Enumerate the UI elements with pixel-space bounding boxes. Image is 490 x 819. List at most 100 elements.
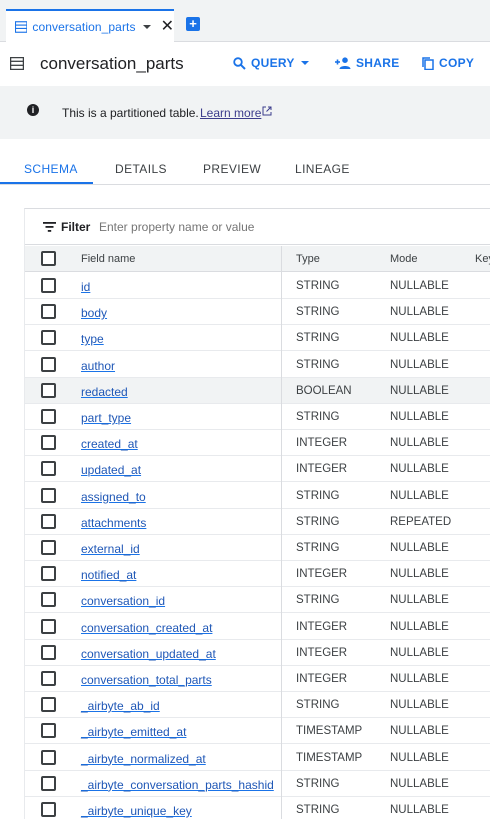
tab-strip: conversation_parts ✕ + [0,0,490,42]
tab-lineage[interactable]: LINEAGE [295,162,350,176]
field-name-link[interactable]: part_type [81,411,131,425]
table-row[interactable]: conversation_id STRING NULLABLE [25,587,490,614]
field-type: INTEGER [296,620,348,633]
field-name-link[interactable]: id [81,280,90,294]
tab-details[interactable]: DETAILS [115,162,167,176]
field-type: STRING [296,358,340,371]
field-name-link[interactable]: attachments [81,516,146,530]
row-checkbox[interactable] [41,382,56,398]
field-name-link[interactable]: notified_at [81,568,136,582]
tab-conversation-parts[interactable]: conversation_parts ✕ [6,9,174,42]
table-row[interactable]: type STRING NULLABLE [25,325,490,352]
field-name-link[interactable]: conversation_id [81,594,165,608]
share-button[interactable]: SHARE [335,56,400,70]
filter-label: Filter [61,220,91,234]
field-name-link[interactable]: conversation_total_parts [81,673,212,687]
field-type: STRING [296,306,340,319]
col-key: Key [475,253,490,265]
filter-input[interactable] [99,220,299,234]
row-checkbox[interactable] [41,409,56,424]
column-divider [281,246,282,819]
field-name-link[interactable]: assigned_to [81,490,146,504]
row-checkbox[interactable] [41,330,56,346]
row-checkbox[interactable] [41,618,56,634]
table-row[interactable]: _airbyte_unique_key STRING NULLABLE [25,797,490,819]
table-row[interactable]: id STRING NULLABLE [25,273,490,299]
row-checkbox[interactable] [41,644,56,660]
select-all-checkbox[interactable] [41,251,56,266]
field-mode: NULLABLE [390,332,449,345]
field-name-link[interactable]: external_id [81,542,140,556]
field-mode: NULLABLE [390,358,449,371]
copy-button[interactable]: COPY [422,56,474,70]
field-name-link[interactable]: _airbyte_normalized_at [81,752,206,766]
chevron-down-icon [300,61,309,65]
row-checkbox[interactable] [41,775,56,791]
table-row[interactable]: author STRING NULLABLE [25,352,490,378]
row-checkbox[interactable] [41,697,56,713]
field-name-link[interactable]: _airbyte_emitted_at [81,725,186,739]
chevron-down-icon[interactable] [142,24,151,29]
table-header: conversation_parts QUERY SHARE COPY [0,42,490,86]
close-icon[interactable]: ✕ [161,18,174,34]
field-name-link[interactable]: body [81,306,107,320]
field-type: STRING [296,777,340,790]
field-mode: NULLABLE [390,594,449,607]
table-row[interactable]: notified_at INTEGER NULLABLE [25,561,490,588]
table-row[interactable]: created_at INTEGER NULLABLE [25,430,490,457]
tab-schema[interactable]: SCHEMA [24,162,78,176]
table-row[interactable]: body STRING NULLABLE [25,299,490,326]
field-name-link[interactable]: conversation_updated_at [81,647,216,661]
row-checkbox[interactable] [41,723,56,739]
field-mode: NULLABLE [390,463,449,476]
query-button[interactable]: QUERY [233,56,309,70]
table-row[interactable]: conversation_updated_at INTEGER NULLABLE [25,640,490,666]
table-row[interactable]: _airbyte_ab_id STRING NULLABLE [25,692,490,719]
field-name-link[interactable]: conversation_created_at [81,621,212,635]
field-type: TIMESTAMP [296,751,363,764]
table-row[interactable]: assigned_to STRING NULLABLE [25,483,490,509]
field-name-link[interactable]: redacted [81,385,128,399]
table-row[interactable]: updated_at INTEGER NULLABLE [25,456,490,483]
field-mode: NULLABLE [390,280,449,292]
field-name-link[interactable]: _airbyte_conversation_parts_hashid [81,778,274,792]
field-mode: NULLABLE [390,620,449,633]
field-name-link[interactable]: updated_at [81,463,141,477]
tab-label: conversation_parts [32,19,136,34]
table-row[interactable]: _airbyte_emitted_at TIMESTAMP NULLABLE [25,718,490,745]
row-checkbox[interactable] [41,802,56,817]
row-checkbox[interactable] [41,671,56,686]
new-tab-plus-icon[interactable]: + [186,17,200,31]
row-checkbox[interactable] [41,304,56,320]
row-checkbox[interactable] [41,540,56,555]
field-name-link[interactable]: _airbyte_unique_key [81,804,192,818]
field-name-link[interactable]: type [81,332,104,346]
row-checkbox[interactable] [41,356,56,372]
field-mode: NULLABLE [390,673,449,685]
learn-more-link[interactable]: Learn more [200,106,261,120]
field-mode: NULLABLE [390,804,449,816]
table-row[interactable]: part_type STRING NULLABLE [25,404,490,430]
row-checkbox[interactable] [41,435,56,451]
field-name-link[interactable]: _airbyte_ab_id [81,699,160,713]
row-checkbox[interactable] [41,592,56,608]
table-row[interactable]: _airbyte_conversation_parts_hashid STRING… [25,771,490,797]
field-type: STRING [296,804,340,816]
table-row[interactable]: attachments STRING REPEATED [25,509,490,535]
row-checkbox[interactable] [41,461,56,477]
table-row[interactable]: _airbyte_normalized_at TIMESTAMP NULLABLE [25,745,490,771]
table-row[interactable]: conversation_created_at INTEGER NULLABLE [25,614,490,640]
field-name-link[interactable]: created_at [81,437,138,451]
row-checkbox[interactable] [41,487,56,503]
row-checkbox[interactable] [41,278,56,293]
row-checkbox[interactable] [41,566,56,582]
tab-preview[interactable]: PREVIEW [203,162,261,176]
table-row[interactable]: conversation_total_parts INTEGER NULLABLE [25,666,490,692]
filter-icon[interactable] [43,222,56,232]
external-link-icon[interactable] [262,106,272,116]
table-row[interactable]: redacted BOOLEAN NULLABLE [25,377,490,404]
row-checkbox[interactable] [41,513,56,529]
table-row[interactable]: external_id STRING NULLABLE [25,535,490,561]
field-name-link[interactable]: author [81,359,115,373]
row-checkbox[interactable] [41,749,56,765]
